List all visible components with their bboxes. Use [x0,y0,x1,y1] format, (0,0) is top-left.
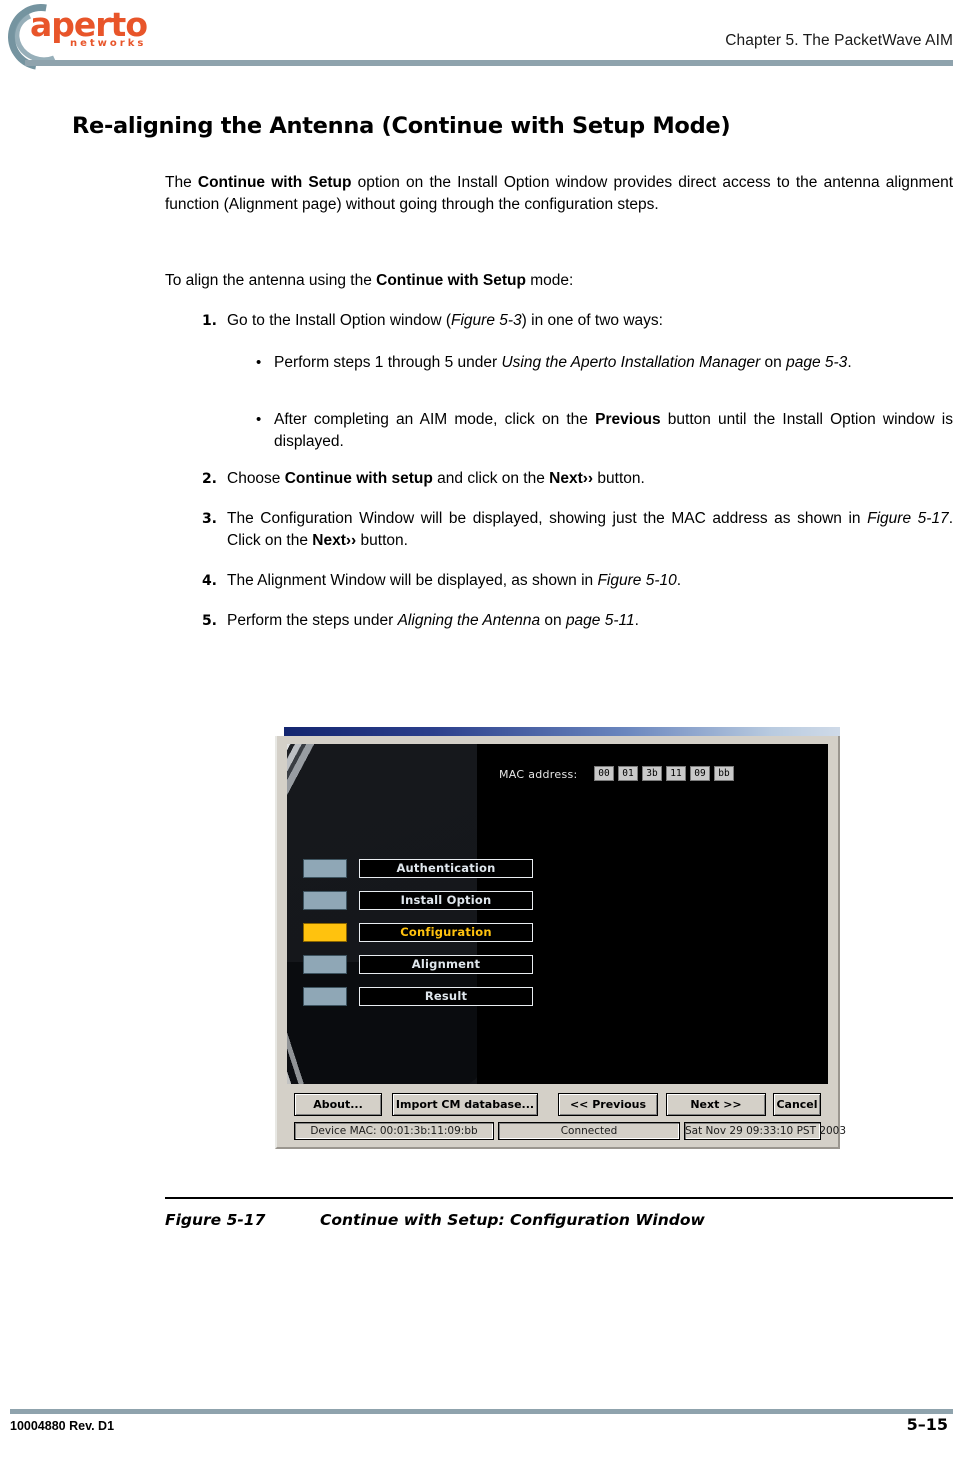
list-item: 3. The Configuration Window will be disp… [202,508,953,552]
photo-texture-lower [287,962,477,1084]
status-chip [303,987,347,1006]
list-item-number: 5. [201,613,217,629]
figure-caption-divider [165,1197,953,1199]
list-item: 1. Go to the Install Option window (Figu… [202,310,953,332]
mac-octet-field[interactable]: 00 [594,766,614,781]
list-item-text: Perform steps 1 through 5 under Using th… [274,354,852,371]
mac-address-label: MAC address: [499,768,578,781]
window-body: Authentication Install Option Configurat… [275,736,846,1149]
sidebar-item-authentication[interactable]: Authentication [303,859,553,879]
status-chip [303,891,347,910]
mac-octet-field[interactable]: bb [714,766,734,781]
bullet-marker: • [256,411,262,428]
previous-button[interactable]: << Previous [558,1093,658,1116]
figure-caption-label: Figure 5-17 [165,1211,266,1229]
list-item-text: After completing an AIM mode, click on t… [274,411,953,450]
sidebar-item-alignment[interactable]: Alignment [303,955,553,975]
intro-paragraph: The Continue with Setup option on the In… [165,174,953,213]
window-content-area: Authentication Install Option Configurat… [287,744,828,1084]
page-title: Re-aligning the Antenna (Continue with S… [72,113,731,139]
figure-caption: Figure 5-17 Continue with Setup: Configur… [165,1211,953,1229]
aperto-networks-logo: aperto networks [0,0,198,83]
list-item: 4. The Alignment Window will be displaye… [202,570,953,592]
sidebar-item-label: Alignment [359,955,533,974]
status-connection-state: Connected [498,1122,680,1140]
list-item-number: 4. [201,573,217,589]
sidebar-item-configuration[interactable]: Configuration [303,923,553,943]
next-button[interactable]: Next >> [666,1093,766,1116]
list-item-number: 3. [201,511,217,527]
title-bar-corner [275,727,284,736]
list-item-number: 1. [201,313,217,329]
list-item-number: 2. [201,471,217,487]
mac-octet-field[interactable]: 3b [642,766,662,781]
sidebar-item-label: Authentication [359,859,533,878]
footer-divider [10,1409,953,1414]
mac-octet-field[interactable]: 01 [618,766,638,781]
sidebar-item-result[interactable]: Result [303,987,553,1007]
mac-octet-field[interactable]: 11 [666,766,686,781]
page-number: 5–15 [906,1415,948,1434]
status-chip [303,955,347,974]
bullet-marker: • [256,354,262,371]
status-timestamp: Sat Nov 29 09:33:10 PST 2003 [684,1122,846,1140]
figure-caption-text: Continue with Setup: Configuration Windo… [320,1211,705,1229]
list-item: 2. Choose Continue with setup and click … [202,468,953,490]
status-chip [303,859,347,878]
cancel-button[interactable]: Cancel [773,1093,821,1116]
sidebar-item-label: Configuration [359,923,533,942]
list-item-text: The Configuration Window will be display… [227,510,953,549]
list-item-text: Go to the Install Option window (Figure … [227,312,663,329]
chapter-title: Chapter 5. The PacketWave AIM [725,32,953,49]
page-header: aperto networks Chapter 5. The PacketWav… [0,0,953,83]
document-id: 10004880 Rev. D1 [10,1419,115,1433]
status-chip-active [303,923,347,942]
sidebar-item-install-option[interactable]: Install Option [303,891,553,911]
lead-in-paragraph: To align the antenna using the Continue … [165,272,574,289]
mac-octet-field[interactable]: 09 [690,766,710,781]
import-cm-database-button[interactable]: Import CM database... [392,1093,538,1116]
sidebar-item-label: Result [359,987,533,1006]
list-item-text: The Alignment Window will be displayed, … [227,572,682,589]
list-item: • After completing an AIM mode, click on… [256,409,953,453]
figure-screenshot-aim-configuration-window: Authentication Install Option Configurat… [275,727,846,1149]
list-item: • Perform steps 1 through 5 under Using … [256,352,953,374]
list-item-text: Choose Continue with setup and click on … [227,470,645,487]
sidebar-item-label: Install Option [359,891,533,910]
about-button[interactable]: About... [294,1093,382,1116]
antenna-tower-photo [287,744,477,1084]
window-button-bar: About... Import CM database... << Previo… [287,1093,828,1117]
list-item: 5. Perform the steps under Aligning the … [202,610,953,632]
mac-address-fields: 00 01 3b 11 09 bb [594,766,734,781]
logo-subtext: networks [70,38,147,49]
header-divider [25,60,953,66]
window-title-bar [275,727,840,736]
list-item-text: Perform the steps under Aligning the Ant… [227,612,639,629]
status-device-mac: Device MAC: 00:01:3b:11:09:bb [294,1122,494,1140]
window-status-bar: Device MAC: 00:01:3b:11:09:bb Connected … [287,1122,846,1140]
